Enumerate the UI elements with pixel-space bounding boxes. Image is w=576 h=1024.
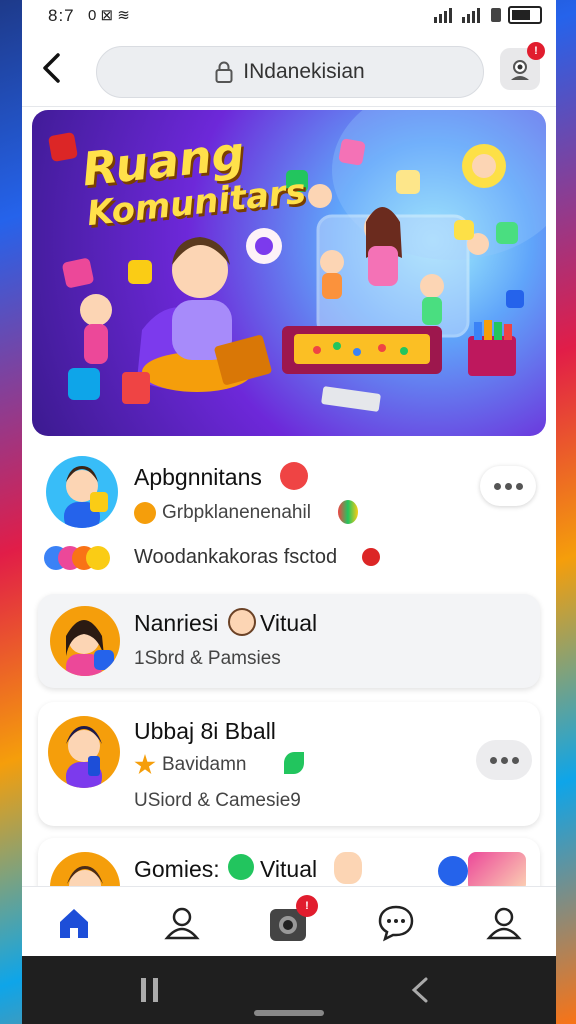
system-navigation-bar	[22, 956, 556, 1024]
chevron-left-icon	[43, 53, 60, 83]
chat-bubble-icon	[378, 905, 414, 942]
leaf-emoji-icon	[284, 752, 304, 774]
post-author-suffix: Vitual	[260, 610, 318, 636]
emoji-icon	[280, 462, 308, 490]
nav-home[interactable]	[52, 901, 96, 945]
feed-card[interactable]: Nanriesi Vitual 1Sbrd & Pamsies	[38, 594, 540, 688]
post-author: Nanriesi	[134, 610, 219, 636]
user-icon	[164, 907, 200, 940]
sim-icon	[491, 8, 501, 22]
notification-badge: !	[527, 42, 545, 60]
status-right-icons	[434, 6, 542, 24]
face-emoji-icon	[228, 608, 256, 636]
home-icon	[60, 909, 88, 938]
nav-profile[interactable]	[160, 901, 204, 945]
nav-messages[interactable]	[374, 901, 418, 945]
sticker-icon	[438, 856, 468, 886]
nav-camera[interactable]: !	[266, 895, 318, 945]
person-emoji-icon	[334, 852, 362, 884]
avatar	[50, 606, 120, 676]
avatar	[48, 716, 120, 788]
status-bar: 8:7 0 ⊠ ≋	[22, 0, 556, 34]
user-icon	[486, 907, 522, 940]
chat-emoji-icon	[228, 854, 254, 880]
feed-card[interactable]: Ubbaj 8i Bball Bavidamn USiord & Camesie…	[38, 702, 540, 826]
reaction-stack	[44, 546, 120, 570]
recents-icon	[141, 978, 158, 1002]
post-subtitle: Grbpklanenenahil	[162, 502, 311, 523]
star-emoji-icon	[134, 754, 156, 775]
url-text: INdanekisian	[243, 60, 365, 83]
battery-icon	[508, 6, 542, 24]
phone-screen: 8:7 0 ⊠ ≋ INdanekisian ! Ruang Komunitar…	[22, 0, 556, 956]
system-back-button[interactable]	[408, 976, 432, 1004]
feed-item[interactable]: Apbgnnitans Grbpklanenenahil Woodankakor…	[22, 444, 556, 584]
post-author: Apbgnnitans	[134, 464, 262, 490]
post-author: Gomies:	[134, 856, 220, 882]
post-subtitle: 1Sbrd & Pamsies	[134, 648, 281, 669]
post-activity: Woodankakoras fsctod	[134, 546, 338, 568]
post-author-suffix: Vitual	[260, 856, 318, 882]
camera-badge: !	[296, 895, 318, 917]
back-arrow-icon	[411, 977, 428, 1003]
community-banner[interactable]: Ruang Komunitars	[32, 110, 546, 436]
nav-account[interactable]	[482, 901, 526, 945]
avatar	[46, 456, 118, 528]
signal-icon	[434, 8, 452, 23]
cat-emoji-icon	[134, 502, 156, 524]
post-author: Ubbaj 8i Bball	[134, 718, 276, 744]
post-subtitle: Bavidamn	[162, 754, 247, 775]
balloon-emoji-icon	[338, 500, 358, 524]
browser-top-bar: INdanekisian !	[22, 36, 556, 107]
status-time: 8:7	[48, 6, 75, 25]
profile-menu-button[interactable]: !	[500, 42, 545, 90]
post-meta: USiord & Camesie9	[134, 790, 301, 811]
profile-icon	[511, 60, 529, 80]
more-options-button[interactable]	[480, 466, 536, 506]
lock-icon	[215, 61, 233, 83]
bottom-nav-bar: !	[22, 886, 556, 956]
signal-icon-2	[462, 8, 480, 23]
url-bar[interactable]: INdanekisian	[96, 46, 484, 98]
heart-emoji-icon	[362, 548, 380, 566]
recents-button[interactable]	[138, 976, 162, 1004]
back-button[interactable]	[36, 50, 66, 86]
more-options-button[interactable]	[476, 740, 532, 780]
home-gesture-bar[interactable]	[254, 1010, 324, 1016]
status-left-icons: 0 ⊠ ≋	[88, 7, 130, 24]
